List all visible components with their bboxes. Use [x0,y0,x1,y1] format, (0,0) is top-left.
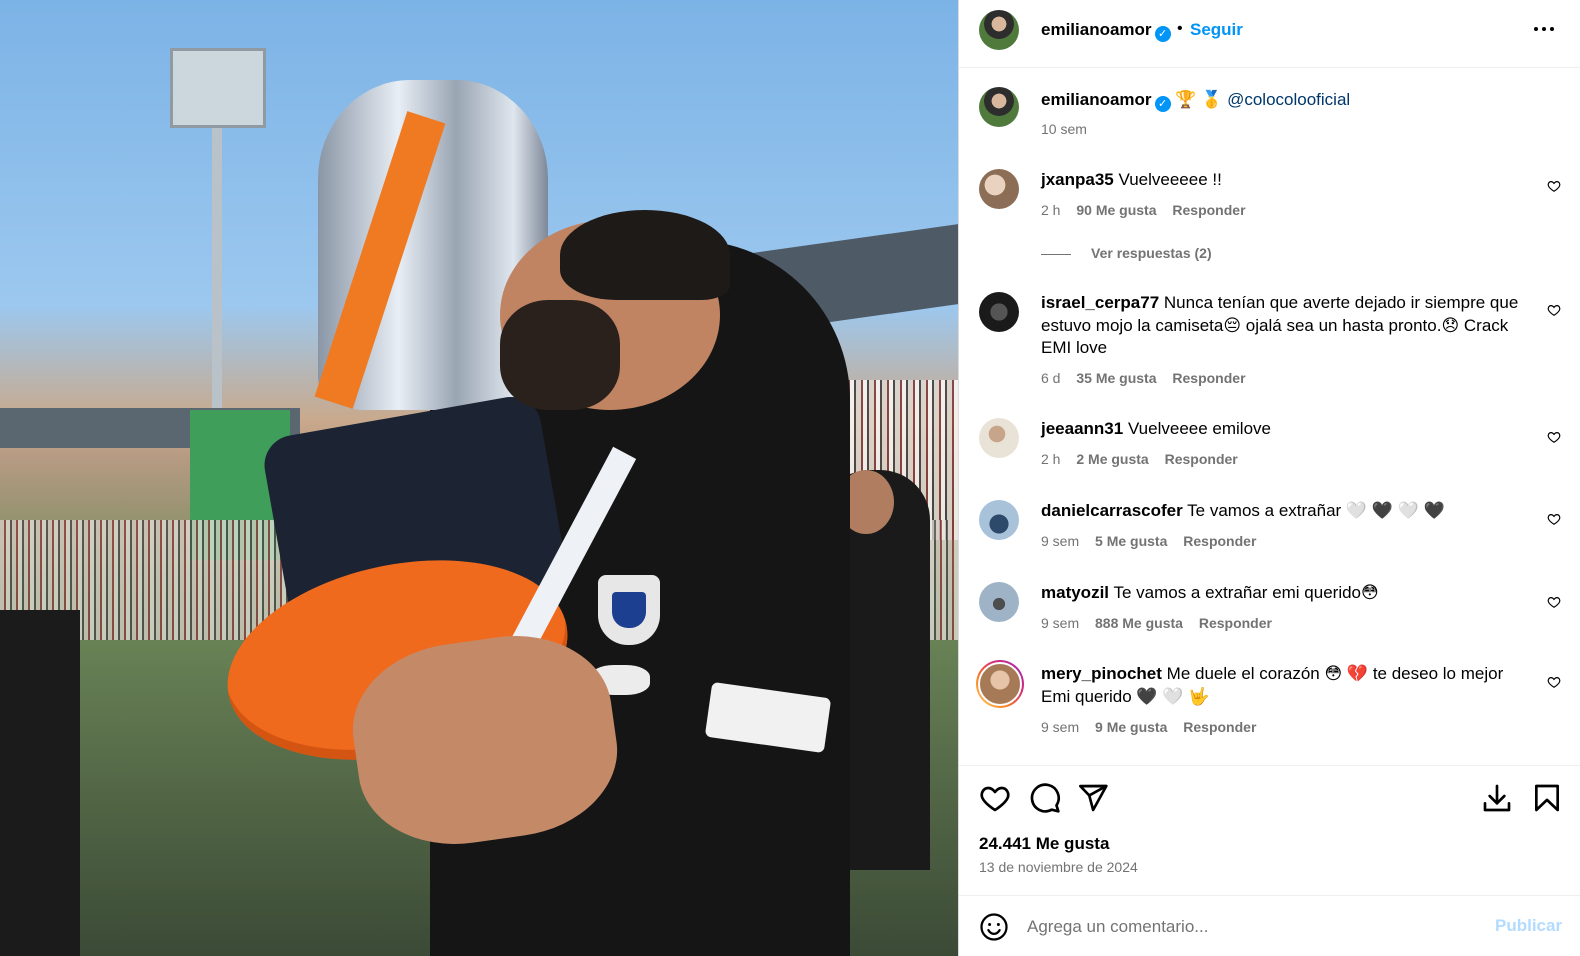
comment-actions: 6 d 35 Me gusta Responder [1041,370,1258,386]
follow-button[interactable]: Seguir [1190,20,1243,40]
post-side-panel: emilianoamor ✓ • Seguir emilianoamor ✓ 🏆 🥇… [958,0,1580,956]
post-header: emilianoamor ✓ • Seguir [959,0,1580,68]
comment-like-heart-icon[interactable] [1547,430,1561,444]
verified-badge-icon: ✓ [1154,96,1171,112]
comment-body: jxanpa35 Vuelveeeee !! [1041,169,1531,192]
post-likes-count[interactable]: 24.441 Me gusta [979,834,1109,854]
author-username-text: emilianoamor [1041,20,1152,39]
download-icon[interactable] [1481,782,1513,814]
view-replies-button[interactable]: Ver respuestas (2) [1041,245,1212,261]
reply-button[interactable]: Responder [1183,719,1256,735]
caption-author-avatar[interactable] [979,87,1019,127]
verified-badge-icon: ✓ [1154,26,1171,42]
comment-time: 2 h [1041,202,1061,218]
reply-button[interactable]: Responder [1165,451,1238,467]
commenter-avatar[interactable] [979,418,1019,458]
comment-time: 9 sem [1041,533,1080,549]
comment-actions: 9 sem 9 Me gusta Responder [1041,719,1268,735]
post-date: 13 de noviembre de 2024 [979,859,1138,875]
comment-body: jeeaann31 Vuelveeee emilove [1041,418,1531,441]
comment-body: mery_pinochet Me duele el corazón 😳 💔 te… [1041,663,1531,708]
player-hair [560,210,730,300]
more-options-icon[interactable] [1531,14,1557,44]
view-replies-divider [1041,253,1071,255]
comment-username[interactable]: danielcarrascofer [1041,501,1183,520]
bystander-left [0,610,80,956]
author-avatar[interactable] [979,10,1019,50]
comment-username[interactable]: mery_pinochet [1041,664,1162,683]
caption-username[interactable]: emilianoamor ✓ [1041,90,1171,112]
comment-likes-count[interactable]: 5 Me gusta [1095,533,1167,549]
caption-text: emilianoamor ✓ 🏆 🥇 @colocolooficial [1041,89,1561,112]
share-icon[interactable] [1077,782,1109,814]
commenter-story-ring[interactable] [976,660,1024,708]
player-beard [500,300,620,410]
separator-dot: • [1177,20,1183,37]
comment-text: Te vamos a extrañar emi querido😳 [1113,583,1379,602]
publish-button[interactable]: Publicar [1495,916,1562,936]
comment-likes-count[interactable]: 2 Me gusta [1076,451,1148,467]
comment-likes-count[interactable]: 9 Me gusta [1095,719,1167,735]
heart-icon[interactable] [979,782,1011,814]
bookmark-icon[interactable] [1531,782,1563,814]
reply-button[interactable]: Responder [1199,615,1272,631]
comment-username[interactable]: israel_cerpa77 [1041,293,1159,312]
reply-button[interactable]: Responder [1172,370,1245,386]
commenter-avatar[interactable] [979,500,1019,540]
commenter-avatar [978,662,1022,706]
post-photo[interactable] [0,0,958,956]
comment-time: 9 sem [1041,719,1080,735]
commenter-avatar[interactable] [979,582,1019,622]
caption-mention-link[interactable]: @colocolooficial [1227,90,1350,109]
club-crest-inner [612,592,646,628]
comment-text: Vuelveeeee !! [1118,170,1222,189]
comment-time: 9 sem [1041,615,1080,631]
comment-like-heart-icon[interactable] [1547,512,1561,526]
comment-likes-count[interactable]: 90 Me gusta [1076,202,1156,218]
comment-icon[interactable] [1029,782,1061,814]
comment-body: israel_cerpa77 Nunca tenían que averte d… [1041,292,1531,360]
comment-likes-count[interactable]: 35 Me gusta [1076,370,1156,386]
comment-username[interactable]: jeeaann31 [1041,419,1123,438]
emoji-icon[interactable] [979,912,1009,942]
caption-emojis: 🏆 🥇 [1175,90,1223,109]
comment-composer: Publicar [959,895,1580,956]
comment-like-heart-icon[interactable] [1547,595,1561,609]
comment-username[interactable]: jxanpa35 [1041,170,1114,189]
comments-list[interactable]: emilianoamor ✓ 🏆 🥇 @colocolooficial 10 se… [959,69,1580,764]
comment-time: 2 h [1041,451,1061,467]
comment-actions: 2 h 2 Me gusta Responder [1041,451,1250,467]
comment-like-heart-icon[interactable] [1547,179,1561,193]
comment-like-heart-icon[interactable] [1547,675,1561,689]
reply-button[interactable]: Responder [1172,202,1245,218]
reply-button[interactable]: Responder [1183,533,1256,549]
comment-actions: 2 h 90 Me gusta Responder [1041,202,1258,218]
comment-like-heart-icon[interactable] [1547,303,1561,317]
comment-text: Vuelveeee emilove [1127,419,1271,438]
caption-username-text: emilianoamor [1041,90,1152,109]
commenter-avatar[interactable] [979,169,1019,209]
comment-body: danielcarrascofer Te vamos a extrañar 🤍 … [1041,500,1531,523]
comment-actions: 9 sem 888 Me gusta Responder [1041,615,1284,631]
comment-likes-count[interactable]: 888 Me gusta [1095,615,1183,631]
comment-input[interactable] [1027,914,1467,940]
author-username[interactable]: emilianoamor ✓ [1041,20,1171,42]
comment-time: 6 d [1041,370,1061,386]
floodlight [170,48,266,128]
comment-text: Te vamos a extrañar 🤍 🖤 🤍 🖤 [1187,501,1445,520]
caption-time: 10 sem [1041,121,1087,137]
comment-actions: 9 sem 5 Me gusta Responder [1041,533,1268,549]
post-action-bar: 24.441 Me gusta 13 de noviembre de 2024 [959,765,1580,895]
view-replies-label: Ver respuestas (2) [1091,245,1212,261]
comment-body: matyozil Te vamos a extrañar emi querido… [1041,582,1531,605]
comment-username[interactable]: matyozil [1041,583,1109,602]
instagram-post-modal: emilianoamor ✓ • Seguir emilianoamor ✓ 🏆 🥇… [0,0,1580,956]
commenter-avatar[interactable] [979,292,1019,332]
